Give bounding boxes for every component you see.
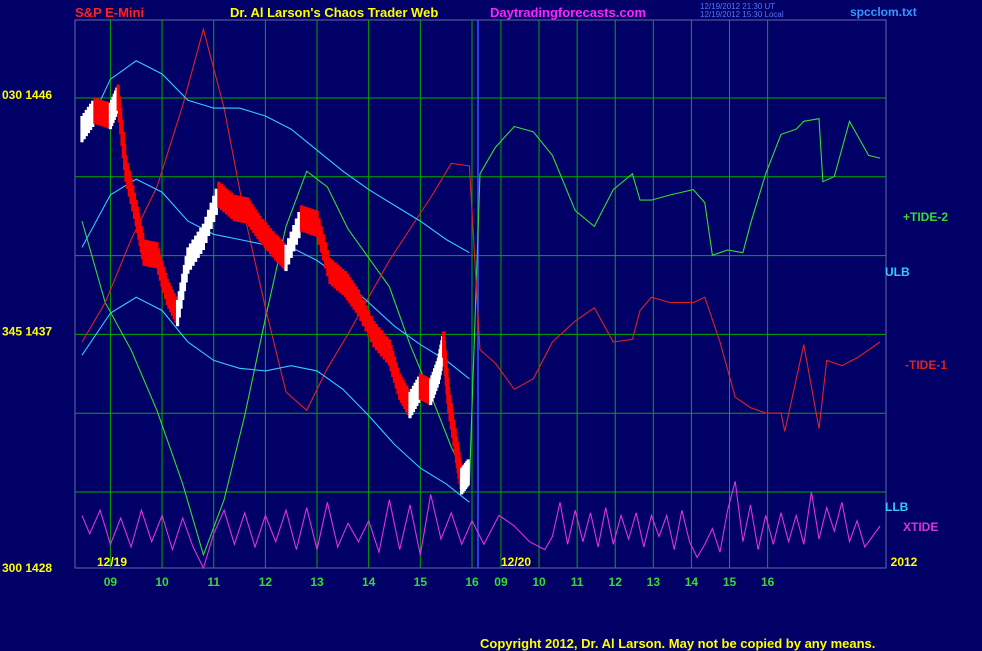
x-tick-label: 13 [647,575,661,589]
grid [74,19,887,569]
data-file-name: spcclom.txt [850,5,917,19]
timestamp-local: 12/19/2012 15:30 Local [700,10,784,19]
date-label: 2012 [891,555,918,569]
x-tick-label: 10 [155,575,169,589]
y-tick-label: 030 1446 [2,88,52,102]
date-label: 12/20 [501,555,531,569]
x-tick-label: 15 [723,575,737,589]
price-ma-line [81,95,470,483]
x-tick-label: 11 [571,575,584,589]
x-tick-label: 10 [532,575,546,589]
x-tick-label: 12 [609,575,623,589]
legend-ulb: ULB [885,265,910,279]
copyright-notice: Copyright 2012, Dr. Al Larson. May not b… [480,636,876,651]
site-link[interactable]: Daytradingforecasts.com [490,5,646,20]
series-layer [80,27,881,570]
legend-tide-plus: +TIDE-2 [903,210,949,224]
x-tick-label: 13 [310,575,324,589]
series-xtide [81,481,881,570]
price-bar [466,459,470,486]
x-tick-label: 16 [761,575,775,589]
x-tick-label: 15 [414,575,428,589]
symbol-title: S&P E-Mini [75,5,145,20]
x-tick-label: 11 [207,575,220,589]
x-tick-label: 14 [685,575,699,589]
chart-title: Dr. Al Larson's Chaos Trader Web [230,5,439,20]
y-tick-label: 345 1437 [2,325,52,339]
date-label: 12/19 [97,555,127,569]
x-tick-label: 09 [494,575,508,589]
series-tide-2 [81,118,881,557]
legend-xtide: XTIDE [903,520,939,534]
x-tick-label: 14 [362,575,376,589]
legend-tide-minus: -TIDE-1 [905,358,947,372]
x-tick-label: 16 [465,575,479,589]
plot-frame [74,19,887,569]
y-tick-label: 300 1428 [2,561,52,575]
legend-llb: LLB [885,500,909,514]
x-tick-label: 09 [104,575,118,589]
x-tick-label: 12 [259,575,273,589]
chart: 030 1446 345 1437 300 1428 09 10 11 12 13 14 15 16… [2,19,918,589]
